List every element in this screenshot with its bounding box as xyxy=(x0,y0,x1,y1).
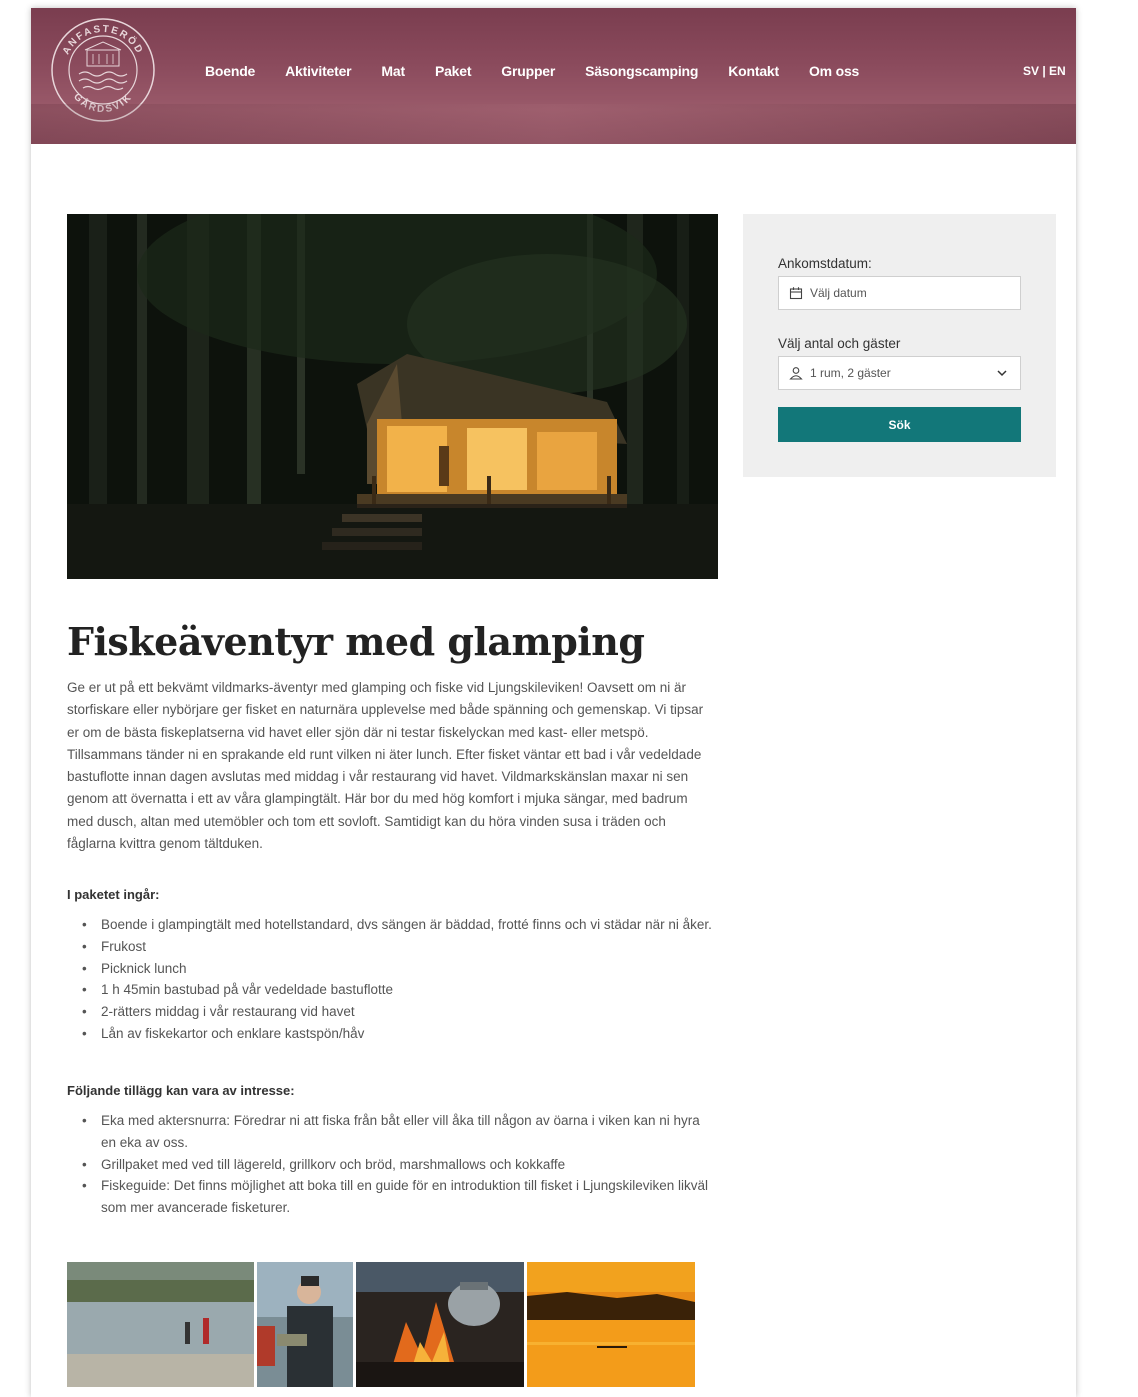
lang-sv[interactable]: SV xyxy=(1023,64,1039,78)
nav-sasongscamping[interactable]: Säsongscamping xyxy=(585,63,698,79)
page-frame: ANFASTERÖD GÅRDSVIK Boende Aktiviteter M… xyxy=(31,8,1076,1397)
logo-text-bottom: GÅRDSVIK xyxy=(71,91,133,115)
gallery-image-sunset[interactable] xyxy=(527,1262,695,1387)
gallery-image-fisherman[interactable] xyxy=(257,1262,353,1387)
language-switch: SV | EN xyxy=(1023,64,1066,78)
site-header: ANFASTERÖD GÅRDSVIK Boende Aktiviteter M… xyxy=(31,8,1076,144)
gallery-image-lake[interactable] xyxy=(67,1262,254,1387)
addons-list: Eka med aktersnurra: Föredrar ni att fis… xyxy=(67,1110,712,1219)
chevron-down-icon xyxy=(996,367,1008,382)
list-item: 2-rätters middag i vår restaurang vid ha… xyxy=(67,1001,712,1023)
addons-heading: Följande tillägg kan vara av intresse: xyxy=(67,1083,295,1098)
intro-text: Ge er ut på ett bekvämt vildmarks-äventy… xyxy=(67,680,704,852)
nav-kontakt[interactable]: Kontakt xyxy=(728,63,779,79)
list-item: Boende i glampingtält med hotellstandard… xyxy=(67,914,712,936)
guests-value: 1 rum, 2 gäster xyxy=(810,366,891,380)
list-item: Eka med aktersnurra: Föredrar ni att fis… xyxy=(67,1110,712,1154)
gallery-image-campfire[interactable] xyxy=(356,1262,524,1387)
list-item: Picknick lunch xyxy=(67,958,712,980)
list-item: 1 h 45min bastubad på vår vedeldade bast… xyxy=(67,979,712,1001)
nav-boende[interactable]: Boende xyxy=(205,63,255,79)
person-icon xyxy=(789,366,803,380)
main-nav: Boende Aktiviteter Mat Paket Grupper Säs… xyxy=(205,63,889,79)
list-item: Frukost xyxy=(67,936,712,958)
arrival-date-placeholder: Välj datum xyxy=(810,286,867,300)
guests-select[interactable]: 1 rum, 2 gäster xyxy=(778,356,1021,390)
svg-text:GÅRDSVIK: GÅRDSVIK xyxy=(71,91,135,115)
nav-paket[interactable]: Paket xyxy=(435,63,472,79)
calendar-icon xyxy=(789,286,803,300)
booking-widget: Ankomstdatum: Välj datum Välj antal och … xyxy=(743,214,1056,477)
list-item: Lån av fiskekartor och enklare kastspön/… xyxy=(67,1023,712,1045)
hero-image xyxy=(67,214,718,579)
arrival-label: Ankomstdatum: xyxy=(778,256,872,271)
lang-en[interactable]: EN xyxy=(1049,64,1066,78)
lang-separator: | xyxy=(1039,64,1050,78)
nav-aktiviteter[interactable]: Aktiviteter xyxy=(285,63,351,79)
nav-grupper[interactable]: Grupper xyxy=(501,63,555,79)
search-button[interactable]: Sök xyxy=(778,407,1021,442)
list-item: Fiskeguide: Det finns möjlighet att boka… xyxy=(67,1175,712,1219)
guests-label: Välj antal och gäster xyxy=(778,336,901,351)
site-logo[interactable]: ANFASTERÖD GÅRDSVIK xyxy=(49,16,157,124)
included-list: Boende i glampingtält med hotellstandard… xyxy=(67,914,712,1045)
nav-mat[interactable]: Mat xyxy=(381,63,405,79)
page-title: Fiskeäventyr med glamping xyxy=(67,619,645,664)
included-heading: I paketet ingår: xyxy=(67,887,160,902)
list-item: Grillpaket med ved till lägereld, grillk… xyxy=(67,1154,712,1176)
nav-om-oss[interactable]: Om oss xyxy=(809,63,859,79)
arrival-date-field[interactable]: Välj datum xyxy=(778,276,1021,310)
